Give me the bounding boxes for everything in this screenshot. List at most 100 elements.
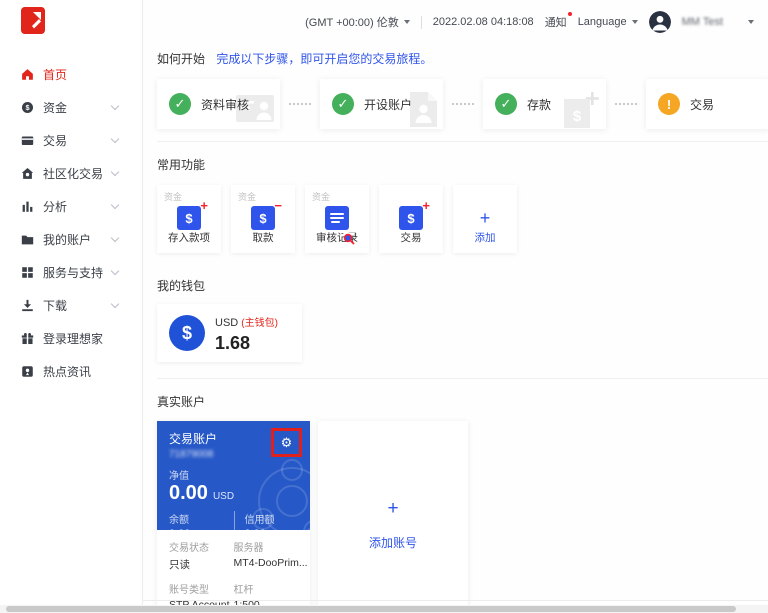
step-connector-dots	[615, 103, 637, 105]
step-profile-review[interactable]: ✓ 资料审核	[157, 79, 280, 129]
chevron-down-icon	[110, 101, 120, 111]
step-label: 开设账户	[364, 97, 413, 112]
chevron-down-icon	[110, 233, 120, 243]
user-menu[interactable]: MM Test	[682, 16, 723, 28]
caret-down-icon[interactable]	[748, 20, 754, 24]
chevron-down-icon	[110, 200, 120, 210]
trading-account-card: 交易账户 71879008 ⚙ 净值 0.00 USD 余额 信用额 交易状态 …	[157, 421, 310, 613]
notifications-button[interactable]: 通知	[545, 12, 572, 30]
dollar-circle-icon: $	[169, 315, 205, 351]
gear-icon[interactable]: ⚙	[281, 436, 293, 449]
step-label: 交易	[690, 97, 715, 112]
sidebar-item-my-account[interactable]: 我的账户	[0, 223, 142, 256]
chevron-down-icon	[110, 266, 120, 276]
datetime-label: 2022.02.08 04:18:08	[432, 16, 534, 28]
trade-status-label: 交易状态	[169, 543, 209, 554]
onboarding-section: 如何开始 完成以下步骤，即可开启您的交易旅程。 ✓ 资料审核 ✓ 开设账户 ✓ …	[157, 50, 768, 129]
quick-card-trade[interactable]: $ + 交易	[379, 185, 443, 253]
language-selector[interactable]: Language	[578, 16, 638, 28]
card-label: 存入款项	[168, 232, 210, 244]
real-accounts-section: 真实账户 交易账户 71879008 ⚙ 净值 0.00 USD 余额 信用额 …	[157, 378, 768, 613]
chevron-down-icon	[110, 134, 120, 144]
my-account-icon	[20, 233, 34, 247]
community-trade-icon	[20, 167, 34, 181]
sidebar-item-funds[interactable]: $ 资金	[0, 91, 142, 124]
chevron-down-icon	[110, 299, 120, 309]
dollar-plus-icon: $	[564, 92, 600, 129]
step-connector-dots	[289, 103, 311, 105]
wallet-main-tag: (主钱包)	[241, 317, 278, 329]
document-person-icon	[410, 92, 437, 129]
onboarding-title: 如何开始	[157, 52, 206, 66]
hot-news-icon	[20, 365, 34, 379]
sidebar: 首页 $ 资金 交易 社区化交易 分析 我的账户 服务与支持 下载 登录理想家 …	[0, 0, 143, 613]
card-category-label: 资金	[164, 192, 183, 202]
sidebar-item-analysis[interactable]: 分析	[0, 190, 142, 223]
sidebar-item-label: 我的账户	[43, 233, 92, 247]
step-label: 存款	[527, 97, 552, 112]
app-window: 首页 $ 资金 交易 社区化交易 分析 我的账户 服务与支持 下载 登录理想家 …	[0, 0, 768, 613]
scrollbar-thumb[interactable]	[6, 606, 736, 612]
step-trade[interactable]: ! 交易	[646, 79, 768, 129]
svg-text:$: $	[573, 108, 582, 125]
card-label: 添加	[474, 232, 496, 244]
sidebar-item-label: 登录理想家	[43, 332, 104, 346]
content-bottom-divider	[143, 600, 768, 601]
topbar: (GMT +00:00) 伦敦 2022.02.08 04:18:08 通知 L…	[143, 0, 768, 44]
check-circle-icon: ✓	[332, 93, 354, 115]
avatar[interactable]	[648, 11, 671, 33]
sidebar-item-label: 分析	[43, 200, 68, 214]
main-area: (GMT +00:00) 伦敦 2022.02.08 04:18:08 通知 L…	[143, 0, 768, 613]
onboarding-subtitle[interactable]: 完成以下步骤，即可开启您的交易旅程。	[216, 52, 432, 66]
step-open-account[interactable]: ✓ 开设账户	[320, 79, 443, 129]
credit-label: 信用额	[244, 515, 275, 526]
sidebar-item-community-trade[interactable]: 社区化交易	[0, 157, 142, 190]
balance-label: 余额	[169, 515, 189, 526]
dollar-minus-icon: $ −	[251, 198, 282, 230]
sidebar-item-services-support[interactable]: 服务与支持	[0, 256, 142, 289]
accounts-row: 交易账户 71879008 ⚙ 净值 0.00 USD 余额 信用额 交易状态 …	[157, 421, 768, 613]
gift-icon	[20, 332, 34, 346]
quick-actions-row: 资金 $ + 存入款项 资金 $ − 取款 资金 审核记录 $ + 交易 + 添…	[157, 185, 768, 253]
card-label: 交易	[400, 232, 422, 244]
quick-card-review-records[interactable]: 资金 审核记录	[305, 185, 369, 253]
notification-dot	[567, 12, 572, 16]
step-label: 资料审核	[201, 97, 250, 112]
account-card-header: 交易账户 71879008 ⚙ 净值 0.00 USD 余额 信用额	[157, 421, 310, 530]
sidebar-item-hot-news[interactable]: 热点资讯	[0, 355, 142, 388]
step-connector-dots	[452, 103, 474, 105]
quick-card-add[interactable]: + 添加	[453, 185, 517, 253]
funds-icon: $	[20, 101, 34, 115]
brand-logo[interactable]	[21, 7, 45, 34]
sidebar-item-download[interactable]: 下载	[0, 289, 142, 322]
add-account-card[interactable]: + 添加账号	[318, 421, 468, 613]
wallet-amount: 1.68	[215, 332, 251, 353]
sidebar-item-label: 交易	[43, 134, 68, 148]
plus-icon: +	[479, 207, 491, 228]
horizontal-scrollbar[interactable]	[0, 605, 768, 613]
credit-value: 0.00	[245, 528, 299, 530]
dollar-plus-icon: $ +	[399, 198, 430, 230]
content: 如何开始 完成以下步骤，即可开启您的交易旅程。 ✓ 资料审核 ✓ 开设账户 ✓ …	[143, 50, 768, 613]
records-search-icon	[325, 206, 355, 245]
timezone-selector[interactable]: (GMT +00:00) 伦敦	[305, 14, 410, 30]
net-value: 0.00	[169, 482, 208, 504]
net-value-currency: USD	[212, 491, 235, 502]
trade-icon	[20, 134, 34, 148]
sidebar-item-trade[interactable]: 交易	[0, 124, 142, 157]
caret-down-icon	[403, 20, 410, 24]
caret-down-icon	[631, 20, 638, 24]
check-circle-icon: ✓	[169, 93, 191, 115]
analysis-icon	[20, 200, 34, 214]
username-label: MM Test	[681, 16, 723, 28]
quick-card-withdraw[interactable]: 资金 $ − 取款	[231, 185, 295, 253]
sidebar-item-label: 社区化交易	[43, 167, 104, 181]
wallet-card[interactable]: $ USD (主钱包) 1.68	[157, 304, 302, 362]
step-deposit[interactable]: ✓ 存款 $	[483, 79, 606, 129]
sidebar-item-home[interactable]: 首页	[0, 58, 142, 91]
sidebar-item-login-idealhome[interactable]: 登录理想家	[0, 322, 142, 355]
wallet-title: 我的钱包	[157, 279, 206, 293]
timezone-label: (GMT +00:00) 伦敦	[305, 17, 399, 29]
account-type-label: 账号类型	[169, 585, 209, 596]
quick-card-deposit[interactable]: 资金 $ + 存入款项	[157, 185, 221, 253]
